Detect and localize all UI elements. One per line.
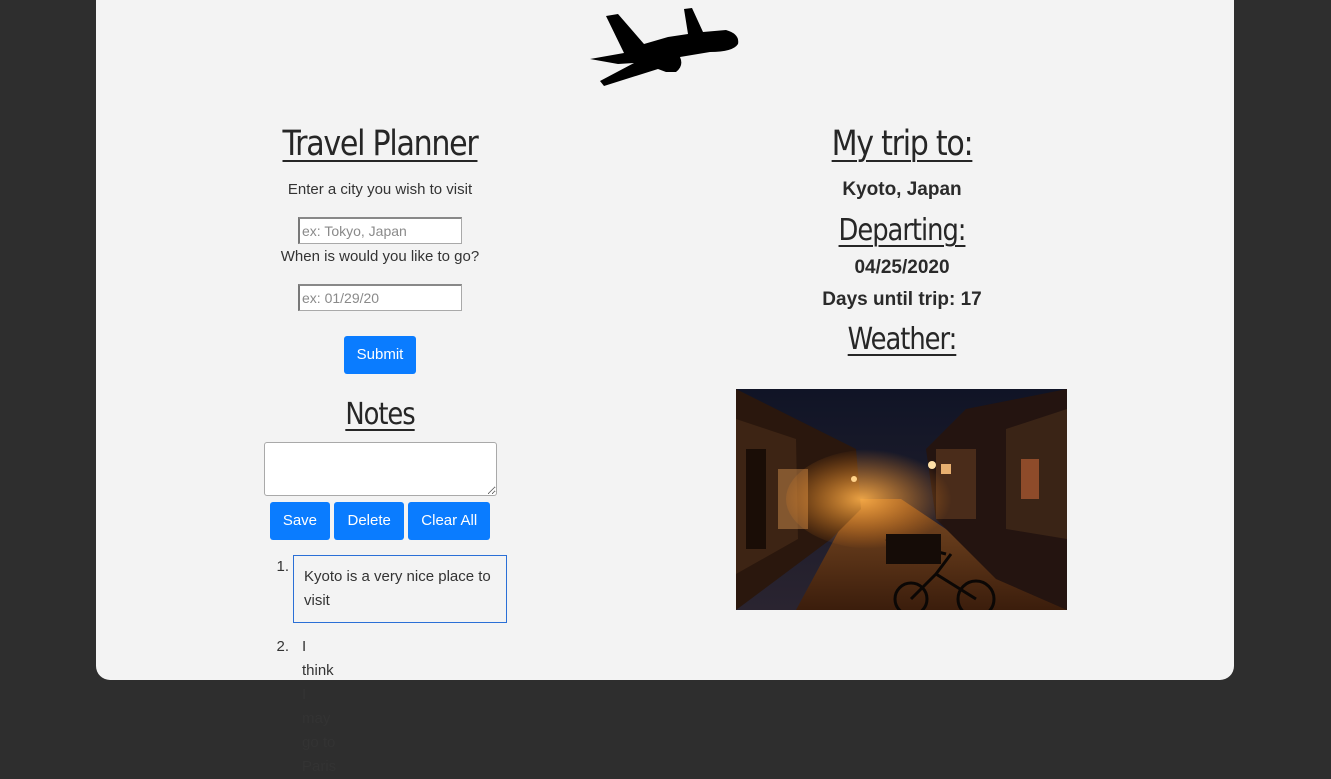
note-text-selected: Kyoto is a very nice place to visit xyxy=(293,555,507,623)
date-input[interactable] xyxy=(298,284,462,311)
note-number: 2. xyxy=(276,638,289,655)
city-prompt: Enter a city you wish to visit xyxy=(287,181,473,198)
city-photo xyxy=(736,389,1067,610)
note-item[interactable]: 2. I think I may go to Paris xyxy=(276,635,337,779)
notes-textarea[interactable] xyxy=(263,442,497,496)
save-button[interactable]: Save xyxy=(269,502,331,540)
notes-title: Notes xyxy=(345,397,415,432)
note-number: 1. xyxy=(276,558,289,575)
note-text: I think I may go to Paris xyxy=(302,638,337,775)
note-item[interactable]: 1. Kyoto is a very nice place to visit xyxy=(276,555,507,623)
clear-all-button[interactable]: Clear All xyxy=(408,502,491,540)
date-prompt: When is would you like to go? xyxy=(280,248,480,265)
days-until-trip: Days until trip: 17 xyxy=(822,289,982,310)
submit-button[interactable]: Submit xyxy=(343,336,417,374)
planner-column: Travel Planner Enter a city you wish to … xyxy=(230,120,530,540)
trip-title: My trip to: xyxy=(831,124,974,164)
trip-column: My trip to: Kyoto, Japan Departing: 04/2… xyxy=(720,120,1084,610)
city-input[interactable] xyxy=(298,217,462,244)
delete-button[interactable]: Delete xyxy=(334,502,404,540)
departing-title: Departing: xyxy=(838,213,967,248)
weather-title: Weather: xyxy=(847,322,958,357)
departing-date: 04/25/2020 xyxy=(854,257,950,278)
airplane-icon xyxy=(590,8,739,86)
trip-destination: Kyoto, Japan xyxy=(842,179,962,200)
planner-title: Travel Planner xyxy=(282,124,478,164)
